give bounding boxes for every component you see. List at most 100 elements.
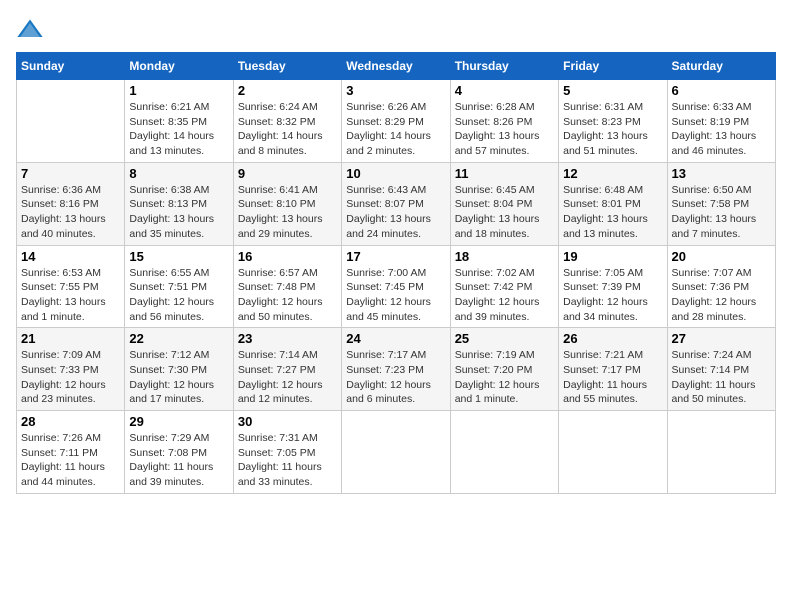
calendar-day-18: 18Sunrise: 7:02 AM Sunset: 7:42 PM Dayli…	[450, 245, 558, 328]
calendar-day-10: 10 Sunrise: 6:43 AM Sunset: 8:07 PM Dayli…	[342, 162, 450, 245]
day-number: 10	[346, 166, 445, 181]
calendar-day-24: 24Sunrise: 7:17 AM Sunset: 7:23 PM Dayli…	[342, 328, 450, 411]
day-number: 9	[238, 166, 337, 181]
empty-day-cell	[667, 411, 775, 494]
day-info: Sunrise: 7:05 AM Sunset: 7:39 PM Dayligh…	[563, 266, 662, 325]
day-info: Sunrise: 6:38 AM Sunset: 8:13 PM Dayligh…	[129, 183, 228, 242]
logo	[16, 16, 48, 44]
calendar-day-5: 5Sunrise: 6:31 AM Sunset: 8:23 PM Daylig…	[559, 80, 667, 163]
day-info: Sunrise: 7:26 AM Sunset: 7:11 PM Dayligh…	[21, 431, 120, 490]
calendar-day-7: 7Sunrise: 6:36 AM Sunset: 8:16 PM Daylig…	[17, 162, 125, 245]
day-number: 25	[455, 331, 554, 346]
day-info: Sunrise: 6:26 AM Sunset: 8:29 PM Dayligh…	[346, 100, 445, 159]
day-info: Sunrise: 7:00 AM Sunset: 7:45 PM Dayligh…	[346, 266, 445, 325]
logo-icon	[16, 16, 44, 44]
day-number: 23	[238, 331, 337, 346]
calendar-day-8: 8 Sunrise: 6:38 AM Sunset: 8:13 PM Daylig…	[125, 162, 233, 245]
calendar-day-2: 2 Sunrise: 6:24 AM Sunset: 8:32 PM Daylig…	[233, 80, 341, 163]
calendar-day-19: 19 Sunrise: 7:05 AM Sunset: 7:39 PM Dayli…	[559, 245, 667, 328]
day-number: 30	[238, 414, 337, 429]
calendar-day-4: 4Sunrise: 6:28 AM Sunset: 8:26 PM Daylig…	[450, 80, 558, 163]
day-info: Sunrise: 7:21 AM Sunset: 7:17 PM Dayligh…	[563, 348, 662, 407]
day-info: Sunrise: 7:09 AM Sunset: 7:33 PM Dayligh…	[21, 348, 120, 407]
calendar-day-29: 29 Sunrise: 7:29 AM Sunset: 7:08 PM Dayli…	[125, 411, 233, 494]
day-number: 29	[129, 414, 228, 429]
calendar-week-row: 7Sunrise: 6:36 AM Sunset: 8:16 PM Daylig…	[17, 162, 776, 245]
calendar-day-3: 3 Sunrise: 6:26 AM Sunset: 8:29 PM Daylig…	[342, 80, 450, 163]
day-info: Sunrise: 6:55 AM Sunset: 7:51 PM Dayligh…	[129, 266, 228, 325]
day-number: 16	[238, 249, 337, 264]
weekday-header-wednesday: Wednesday	[342, 53, 450, 80]
calendar-week-row: 14 Sunrise: 6:53 AM Sunset: 7:55 PM Dayli…	[17, 245, 776, 328]
day-number: 8	[129, 166, 228, 181]
empty-day-cell	[342, 411, 450, 494]
calendar-week-row: 21 Sunrise: 7:09 AM Sunset: 7:33 PM Dayli…	[17, 328, 776, 411]
calendar-week-row: 28 Sunrise: 7:26 AM Sunset: 7:11 PM Dayli…	[17, 411, 776, 494]
calendar-day-9: 9 Sunrise: 6:41 AM Sunset: 8:10 PM Daylig…	[233, 162, 341, 245]
day-info: Sunrise: 6:43 AM Sunset: 8:07 PM Dayligh…	[346, 183, 445, 242]
day-info: Sunrise: 7:24 AM Sunset: 7:14 PM Dayligh…	[672, 348, 771, 407]
calendar-day-28: 28 Sunrise: 7:26 AM Sunset: 7:11 PM Dayli…	[17, 411, 125, 494]
day-info: Sunrise: 7:19 AM Sunset: 7:20 PM Dayligh…	[455, 348, 554, 407]
day-info: Sunrise: 6:36 AM Sunset: 8:16 PM Dayligh…	[21, 183, 120, 242]
day-number: 27	[672, 331, 771, 346]
day-number: 4	[455, 83, 554, 98]
day-number: 2	[238, 83, 337, 98]
calendar-day-12: 12 Sunrise: 6:48 AM Sunset: 8:01 PM Dayli…	[559, 162, 667, 245]
day-info: Sunrise: 6:50 AM Sunset: 7:58 PM Dayligh…	[672, 183, 771, 242]
weekday-header-sunday: Sunday	[17, 53, 125, 80]
day-number: 17	[346, 249, 445, 264]
day-number: 13	[672, 166, 771, 181]
day-number: 15	[129, 249, 228, 264]
calendar-day-20: 20Sunrise: 7:07 AM Sunset: 7:36 PM Dayli…	[667, 245, 775, 328]
weekday-header-monday: Monday	[125, 53, 233, 80]
day-number: 6	[672, 83, 771, 98]
day-info: Sunrise: 6:31 AM Sunset: 8:23 PM Dayligh…	[563, 100, 662, 159]
calendar-day-23: 23 Sunrise: 7:14 AM Sunset: 7:27 PM Dayli…	[233, 328, 341, 411]
calendar-day-11: 11 Sunrise: 6:45 AM Sunset: 8:04 PM Dayli…	[450, 162, 558, 245]
calendar-header-row: SundayMondayTuesdayWednesdayThursdayFrid…	[17, 53, 776, 80]
day-number: 18	[455, 249, 554, 264]
calendar-week-row: 1Sunrise: 6:21 AM Sunset: 8:35 PM Daylig…	[17, 80, 776, 163]
calendar-day-22: 22Sunrise: 7:12 AM Sunset: 7:30 PM Dayli…	[125, 328, 233, 411]
day-number: 19	[563, 249, 662, 264]
empty-day-cell	[17, 80, 125, 163]
calendar-day-30: 30 Sunrise: 7:31 AM Sunset: 7:05 PM Dayli…	[233, 411, 341, 494]
page-header	[16, 16, 776, 44]
day-number: 28	[21, 414, 120, 429]
day-info: Sunrise: 6:57 AM Sunset: 7:48 PM Dayligh…	[238, 266, 337, 325]
weekday-header-friday: Friday	[559, 53, 667, 80]
calendar-day-14: 14 Sunrise: 6:53 AM Sunset: 7:55 PM Dayli…	[17, 245, 125, 328]
day-number: 11	[455, 166, 554, 181]
day-info: Sunrise: 6:33 AM Sunset: 8:19 PM Dayligh…	[672, 100, 771, 159]
day-number: 14	[21, 249, 120, 264]
calendar-day-13: 13 Sunrise: 6:50 AM Sunset: 7:58 PM Dayli…	[667, 162, 775, 245]
day-info: Sunrise: 6:53 AM Sunset: 7:55 PM Dayligh…	[21, 266, 120, 325]
day-info: Sunrise: 6:24 AM Sunset: 8:32 PM Dayligh…	[238, 100, 337, 159]
day-info: Sunrise: 6:41 AM Sunset: 8:10 PM Dayligh…	[238, 183, 337, 242]
day-info: Sunrise: 7:31 AM Sunset: 7:05 PM Dayligh…	[238, 431, 337, 490]
weekday-header-tuesday: Tuesday	[233, 53, 341, 80]
empty-day-cell	[559, 411, 667, 494]
calendar-day-16: 16 Sunrise: 6:57 AM Sunset: 7:48 PM Dayli…	[233, 245, 341, 328]
day-number: 3	[346, 83, 445, 98]
calendar-day-27: 27 Sunrise: 7:24 AM Sunset: 7:14 PM Dayli…	[667, 328, 775, 411]
calendar-table: SundayMondayTuesdayWednesdayThursdayFrid…	[16, 52, 776, 494]
day-info: Sunrise: 6:48 AM Sunset: 8:01 PM Dayligh…	[563, 183, 662, 242]
calendar-day-6: 6 Sunrise: 6:33 AM Sunset: 8:19 PM Daylig…	[667, 80, 775, 163]
calendar-day-17: 17 Sunrise: 7:00 AM Sunset: 7:45 PM Dayli…	[342, 245, 450, 328]
day-number: 26	[563, 331, 662, 346]
day-number: 24	[346, 331, 445, 346]
calendar-day-25: 25 Sunrise: 7:19 AM Sunset: 7:20 PM Dayli…	[450, 328, 558, 411]
day-info: Sunrise: 7:12 AM Sunset: 7:30 PM Dayligh…	[129, 348, 228, 407]
empty-day-cell	[450, 411, 558, 494]
day-info: Sunrise: 7:29 AM Sunset: 7:08 PM Dayligh…	[129, 431, 228, 490]
weekday-header-thursday: Thursday	[450, 53, 558, 80]
day-info: Sunrise: 7:14 AM Sunset: 7:27 PM Dayligh…	[238, 348, 337, 407]
day-info: Sunrise: 6:45 AM Sunset: 8:04 PM Dayligh…	[455, 183, 554, 242]
day-number: 21	[21, 331, 120, 346]
day-number: 12	[563, 166, 662, 181]
day-info: Sunrise: 6:21 AM Sunset: 8:35 PM Dayligh…	[129, 100, 228, 159]
calendar-day-1: 1Sunrise: 6:21 AM Sunset: 8:35 PM Daylig…	[125, 80, 233, 163]
day-number: 20	[672, 249, 771, 264]
